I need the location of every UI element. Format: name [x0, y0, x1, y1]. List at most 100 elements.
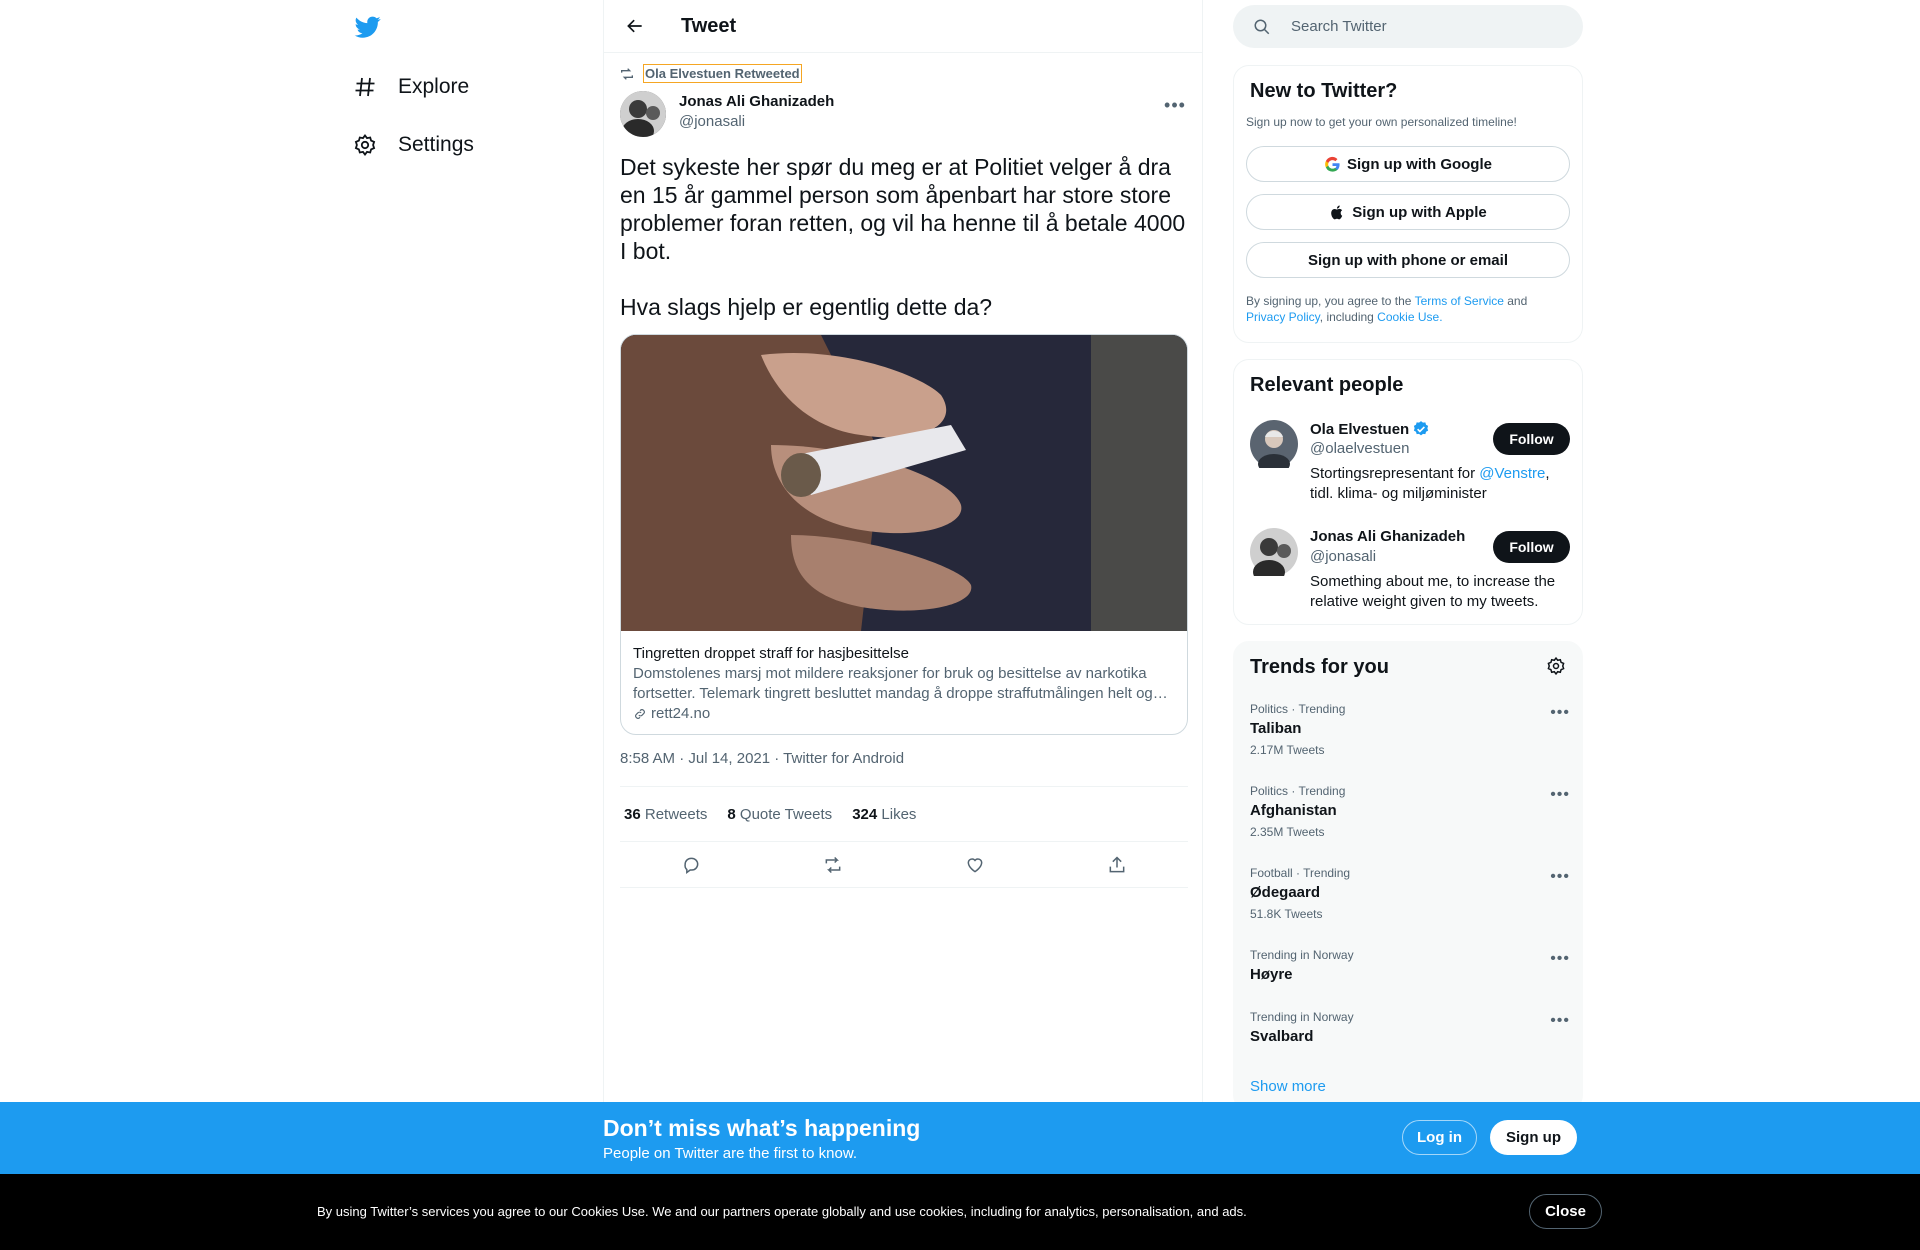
- tweet-author: Jonas Ali Ghanizadeh @jonasali •••: [620, 91, 1190, 137]
- follow-button[interactable]: Follow: [1493, 531, 1570, 563]
- nav-settings[interactable]: Settings: [352, 125, 474, 165]
- author-name[interactable]: Jonas Ali Ghanizadeh: [679, 93, 834, 110]
- author-handle[interactable]: @jonasali: [679, 113, 834, 130]
- follow-button[interactable]: Follow: [1493, 423, 1570, 455]
- venstre-mention-link[interactable]: @Venstre: [1479, 465, 1545, 482]
- tweet-text-paragraph: Det sykeste her spør du meg er at Politi…: [620, 154, 1186, 264]
- trend-count: 51.8K Tweets: [1250, 907, 1323, 921]
- relevant-people-title: Relevant people: [1250, 374, 1404, 396]
- share-icon: [1109, 855, 1125, 872]
- trend-more-icon[interactable]: •••: [1550, 704, 1570, 722]
- new-to-twitter-panel: New to Twitter? Sign up now to get your …: [1233, 65, 1583, 343]
- trend-item[interactable]: Politics · Trending Taliban 2.17M Tweets…: [1250, 702, 1570, 757]
- retweeted-by-link[interactable]: Ola Elvestuen Retweeted: [643, 64, 802, 83]
- trend-more-icon[interactable]: •••: [1550, 1012, 1570, 1030]
- search-input[interactable]: [1291, 18, 1551, 35]
- more-options-icon[interactable]: •••: [1160, 95, 1190, 115]
- link-card[interactable]: Tingretten droppet straff for hasjbesitt…: [620, 334, 1188, 735]
- like-button[interactable]: [957, 847, 993, 883]
- tweet-text: Det sykeste her spør du meg er at Politi…: [620, 153, 1192, 321]
- cookie-close-button[interactable]: Close: [1529, 1194, 1602, 1229]
- signup-apple-button[interactable]: Sign up with Apple: [1246, 194, 1570, 230]
- tweet-actions: [620, 842, 1188, 888]
- trend-meta: Trending in Norway: [1250, 1010, 1354, 1024]
- card-domain-label: rett24.no: [651, 705, 711, 722]
- retweets-count: 36: [624, 805, 641, 823]
- legal-text: , including: [1319, 310, 1378, 324]
- likes-stat[interactable]: 324 Likes: [852, 806, 916, 823]
- person-handle[interactable]: @jonasali: [1310, 548, 1376, 565]
- show-more-link[interactable]: Show more: [1250, 1078, 1326, 1095]
- person-avatar[interactable]: [1250, 420, 1298, 474]
- trend-name: Svalbard: [1250, 1028, 1314, 1045]
- trend-meta: Football · Trending: [1250, 866, 1351, 880]
- trends-settings-button[interactable]: [1546, 656, 1568, 678]
- trend-meta: Politics · Trending: [1250, 702, 1346, 716]
- retweets-label: Retweets: [644, 805, 708, 823]
- search-icon: [1254, 19, 1270, 34]
- new-to-twitter-title: New to Twitter?: [1250, 80, 1398, 102]
- search-box[interactable]: [1233, 5, 1583, 48]
- reply-icon: [684, 857, 699, 874]
- reply-button[interactable]: [673, 847, 709, 883]
- nav-settings-label: Settings: [398, 133, 474, 156]
- quotes-label: Quote Tweets: [739, 805, 833, 823]
- trend-item[interactable]: Trending in Norway Svalbard •••: [1250, 1010, 1570, 1045]
- arrow-left-icon: [627, 19, 642, 33]
- tweet-timestamp[interactable]: 8:58 AM · Jul 14, 2021 · Twitter for And…: [620, 750, 904, 767]
- new-to-twitter-subtitle: Sign up now to get your own personalized…: [1246, 115, 1517, 129]
- person-name[interactable]: Ola Elvestuen: [1310, 421, 1409, 438]
- trends-panel: Trends for you Politics · Trending Talib…: [1233, 641, 1583, 1111]
- link-icon: [635, 709, 645, 719]
- retweet-button[interactable]: [815, 847, 851, 883]
- author-avatar[interactable]: [620, 91, 666, 137]
- share-button[interactable]: [1099, 847, 1135, 883]
- signup-button[interactable]: Sign up: [1490, 1120, 1577, 1155]
- likes-label: Likes: [881, 805, 917, 823]
- tweet-stats: 36 Retweets 8 Quote Tweets 324 Likes: [620, 786, 1188, 842]
- trend-item[interactable]: Football · Trending Ødegaard 51.8K Tweet…: [1250, 866, 1570, 921]
- main-column: Tweet Ola Elvestuen Retweeted Jonas Ali …: [603, 0, 1203, 1250]
- trend-item[interactable]: Trending in Norway Høyre •••: [1250, 948, 1570, 983]
- login-button[interactable]: Log in: [1402, 1120, 1477, 1155]
- back-button[interactable]: [615, 6, 655, 46]
- twitter-logo-icon[interactable]: [353, 14, 383, 40]
- trend-more-icon[interactable]: •••: [1550, 868, 1570, 886]
- person-name[interactable]: Jonas Ali Ghanizadeh: [1310, 528, 1465, 545]
- trend-name: Høyre: [1250, 966, 1293, 983]
- nav-explore-label: Explore: [398, 75, 470, 98]
- terms-of-service-link[interactable]: Terms of Service: [1415, 294, 1504, 308]
- quote-tweets-stat[interactable]: 8 Quote Tweets: [727, 806, 832, 823]
- card-image: [621, 335, 1187, 631]
- trend-item[interactable]: Politics · Trending Afghanistan 2.35M Tw…: [1250, 784, 1570, 839]
- heart-icon: [967, 857, 983, 873]
- privacy-policy-link[interactable]: Privacy Policy: [1246, 310, 1320, 324]
- retweet-icon: [621, 67, 633, 80]
- trend-more-icon[interactable]: •••: [1550, 950, 1570, 968]
- signup-banner: Don’t miss what’s happening People on Tw…: [0, 1102, 1920, 1174]
- cookie-use-link[interactable]: Cookie Use.: [1377, 310, 1442, 324]
- signup-phone-email-button[interactable]: Sign up with phone or email: [1246, 242, 1570, 278]
- trend-count: 2.17M Tweets: [1250, 743, 1325, 757]
- tweet-text-paragraph: Hva slags hjelp er egentlig dette da?: [620, 294, 993, 320]
- retweets-stat[interactable]: 36 Retweets: [624, 806, 707, 823]
- person-handle[interactable]: @olaelvestuen: [1310, 440, 1409, 457]
- trends-title: Trends for you: [1250, 656, 1389, 678]
- nav-explore[interactable]: Explore: [352, 67, 469, 107]
- verified-badge-icon: [1414, 421, 1429, 436]
- cookie-banner-text: By using Twitter’s services you agree to…: [317, 1204, 1247, 1219]
- person-avatar[interactable]: [1250, 528, 1298, 584]
- header-bar: Tweet: [604, 0, 1202, 53]
- trend-name: Ødegaard: [1250, 884, 1321, 901]
- signup-phone-label: Sign up with phone or email: [1307, 251, 1508, 269]
- trend-meta: Politics · Trending: [1250, 784, 1346, 798]
- retweet-context: Ola Elvestuen Retweeted: [619, 64, 802, 83]
- legal-text: and: [1503, 294, 1528, 308]
- signup-google-button[interactable]: Sign up with Google: [1246, 146, 1570, 182]
- trend-name: Afghanistan: [1250, 802, 1337, 819]
- trend-more-icon[interactable]: •••: [1550, 786, 1570, 804]
- signup-banner-headline: Don’t miss what’s happening: [603, 1115, 921, 1141]
- trend-count: 2.35M Tweets: [1250, 825, 1325, 839]
- trend-name: Taliban: [1250, 720, 1302, 737]
- page-title: Tweet: [681, 14, 737, 37]
